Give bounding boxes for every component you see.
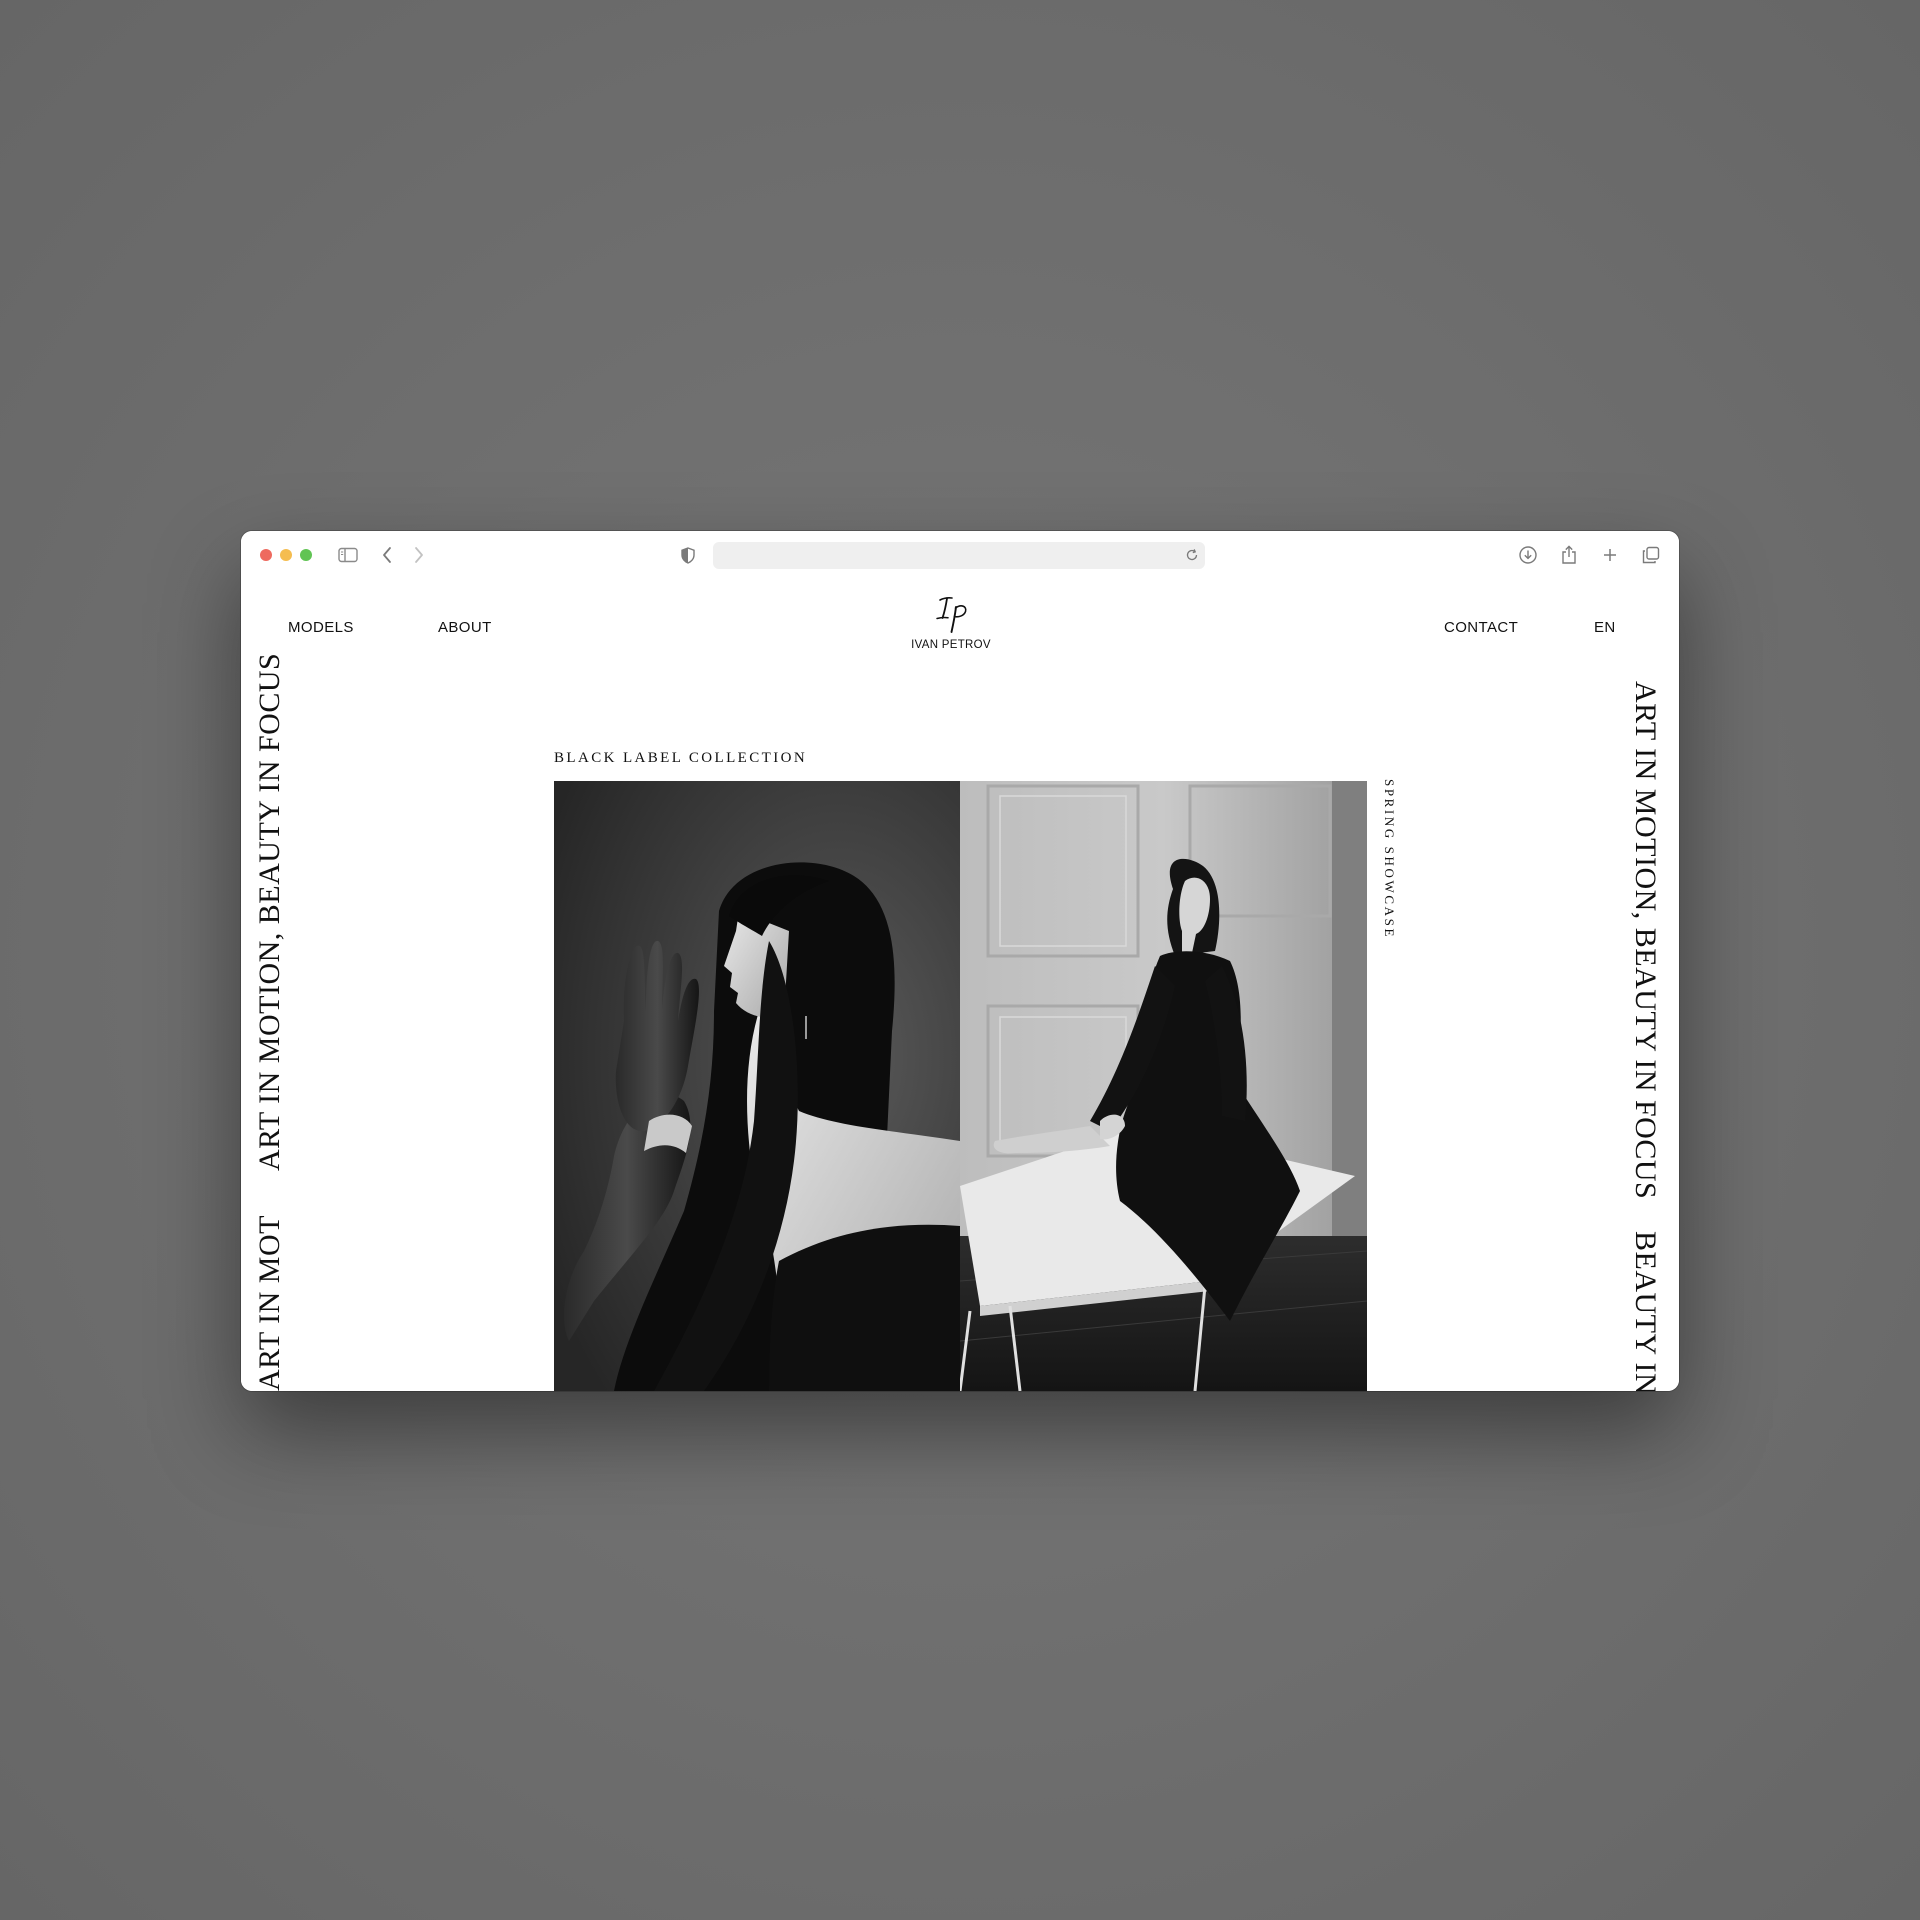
nav-models-link[interactable]: MODELS [288,619,354,636]
photo-seated-model [960,781,1367,1391]
nav-about-link[interactable]: ABOUT [438,619,492,636]
chevron-right-icon[interactable] [411,543,427,567]
address-bar[interactable] [713,542,1205,569]
collection-side-caption: SPRING SHOWCASE [1382,779,1397,939]
nav-contact-link[interactable]: CONTACT [1444,619,1518,636]
tagline-vertical-left: ART IN MOTION, BEAUTY IN FOCUS [253,652,286,1171]
share-icon[interactable] [1559,543,1579,567]
gallery-photo-gloves[interactable] [554,781,960,1391]
tagline-vertical-left-fragment: ART IN MOT [255,1215,285,1391]
tabs-overview-icon[interactable] [1640,543,1662,567]
web-page: MODELS ABOUT CONTACT EN IVAN PETROV ART … [241,579,1679,1391]
language-selector[interactable]: EN [1594,619,1616,636]
photo-portrait-gloves [554,781,960,1391]
gallery-photo-seated[interactable] [960,781,1367,1391]
logo-name: IVAN PETROV [911,639,991,651]
sidebar-icon[interactable] [337,543,359,567]
browser-window: MODELS ABOUT CONTACT EN IVAN PETROV ART … [241,531,1679,1391]
close-window-button[interactable] [260,549,272,561]
shield-icon[interactable] [679,543,697,567]
collection-title: BLACK LABEL COLLECTION [554,750,808,766]
browser-toolbar [241,531,1679,579]
plus-icon[interactable] [1600,543,1620,567]
site-logo[interactable]: IVAN PETROV [901,591,1001,651]
tagline-vertical-right-fragment: BEAUTY IN FOCUS [1630,1231,1660,1391]
zoom-window-button[interactable] [300,549,312,561]
download-icon[interactable] [1517,543,1539,567]
chevron-left-icon[interactable] [379,543,395,567]
reload-icon[interactable] [1185,548,1199,567]
minimize-window-button[interactable] [280,549,292,561]
tagline-vertical-right: ART IN MOTION, BEAUTY IN FOCUS [1629,681,1662,1200]
monogram-logo-icon [936,597,967,633]
